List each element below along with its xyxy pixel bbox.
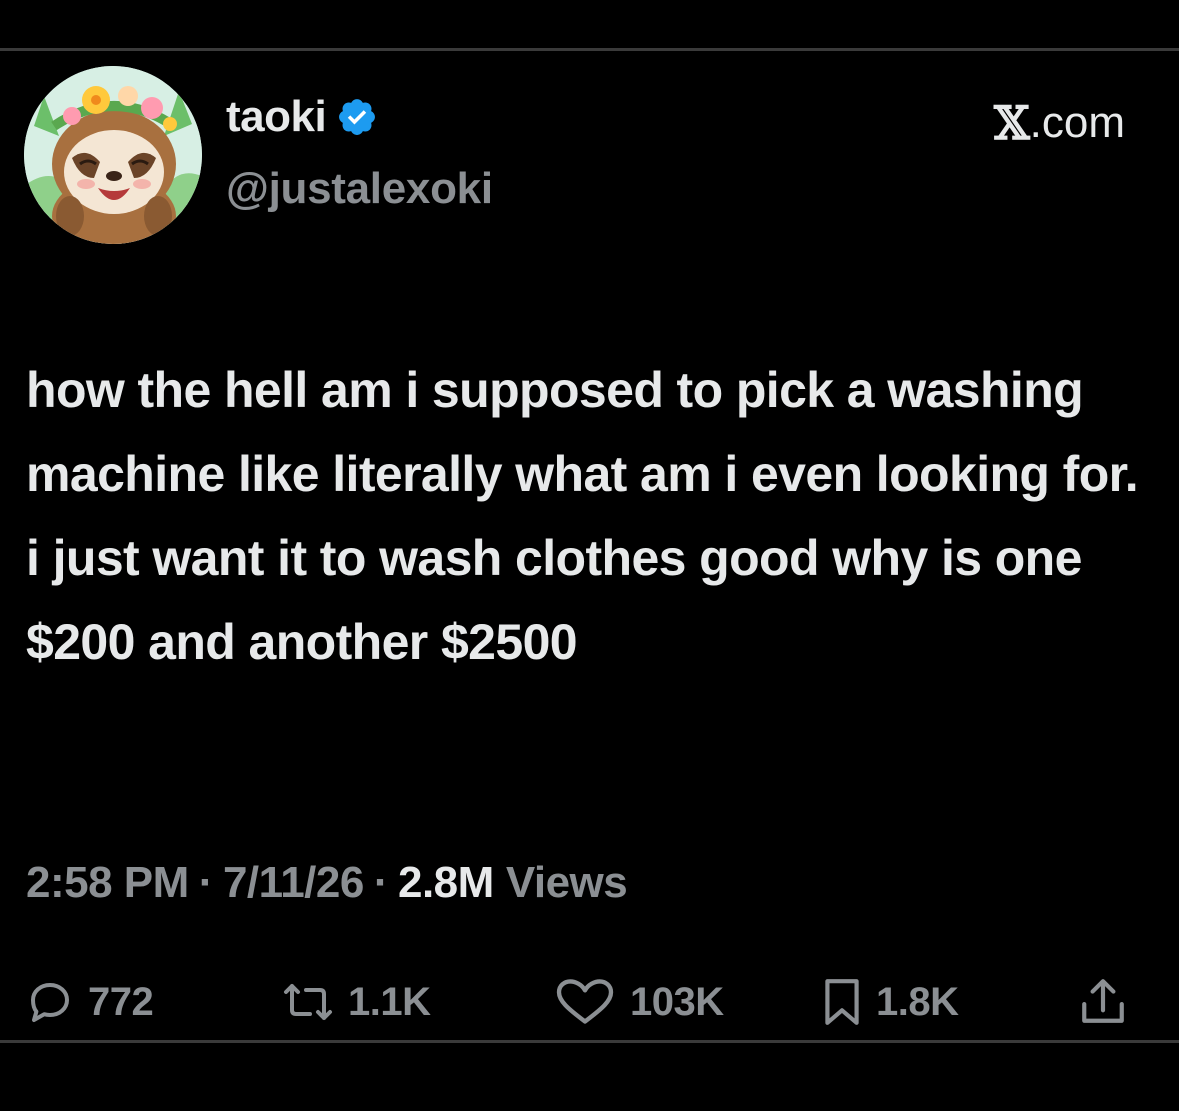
views-count: 2.8M	[397, 858, 494, 907]
reply-icon	[31, 983, 69, 1022]
x-logo-icon: 𝕏	[993, 96, 1030, 150]
avatar[interactable]	[24, 66, 202, 244]
tweet-time[interactable]: 2:58 PM	[26, 858, 189, 908]
tweet-meta: 2:58 PM · 7/11/26 · 2.8M Views	[26, 858, 628, 908]
bookmark-icon	[825, 979, 859, 1025]
author-name-row: taoki	[226, 92, 378, 142]
repost-icon	[284, 984, 332, 1020]
meta-separator: ·	[198, 858, 214, 907]
heart-icon	[556, 979, 614, 1024]
sloth-avatar-icon	[24, 66, 202, 244]
like-button[interactable]: 103K	[554, 972, 724, 1032]
views-label: Views	[505, 858, 628, 907]
tweet-text: how the hell am i supposed to pick a was…	[26, 362, 1139, 670]
top-divider	[0, 48, 1179, 51]
display-name[interactable]: taoki	[226, 92, 327, 142]
like-count: 103K	[630, 979, 724, 1024]
meta-separator: ·	[373, 858, 389, 907]
share-icon	[1082, 979, 1124, 1023]
bookmark-count: 1.8K	[876, 979, 959, 1024]
bottom-divider	[0, 1040, 1179, 1043]
reply-button[interactable]: 772	[26, 972, 154, 1032]
repost-button[interactable]: 1.1K	[282, 972, 431, 1032]
share-button[interactable]	[1080, 972, 1126, 1032]
site-domain: .com	[1029, 98, 1125, 147]
reply-count: 772	[88, 979, 154, 1024]
verified-badge-icon	[339, 99, 376, 135]
site-label[interactable]: 𝕏 .com	[994, 96, 1125, 150]
tweet-date[interactable]: 7/11/26	[223, 858, 364, 908]
bookmark-button[interactable]: 1.8K	[822, 972, 959, 1032]
tweet-actions: 772 1.1K 103K 1.8K	[0, 972, 1179, 1032]
repost-count: 1.1K	[348, 979, 431, 1024]
author-handle[interactable]: @justalexoki	[226, 164, 493, 214]
